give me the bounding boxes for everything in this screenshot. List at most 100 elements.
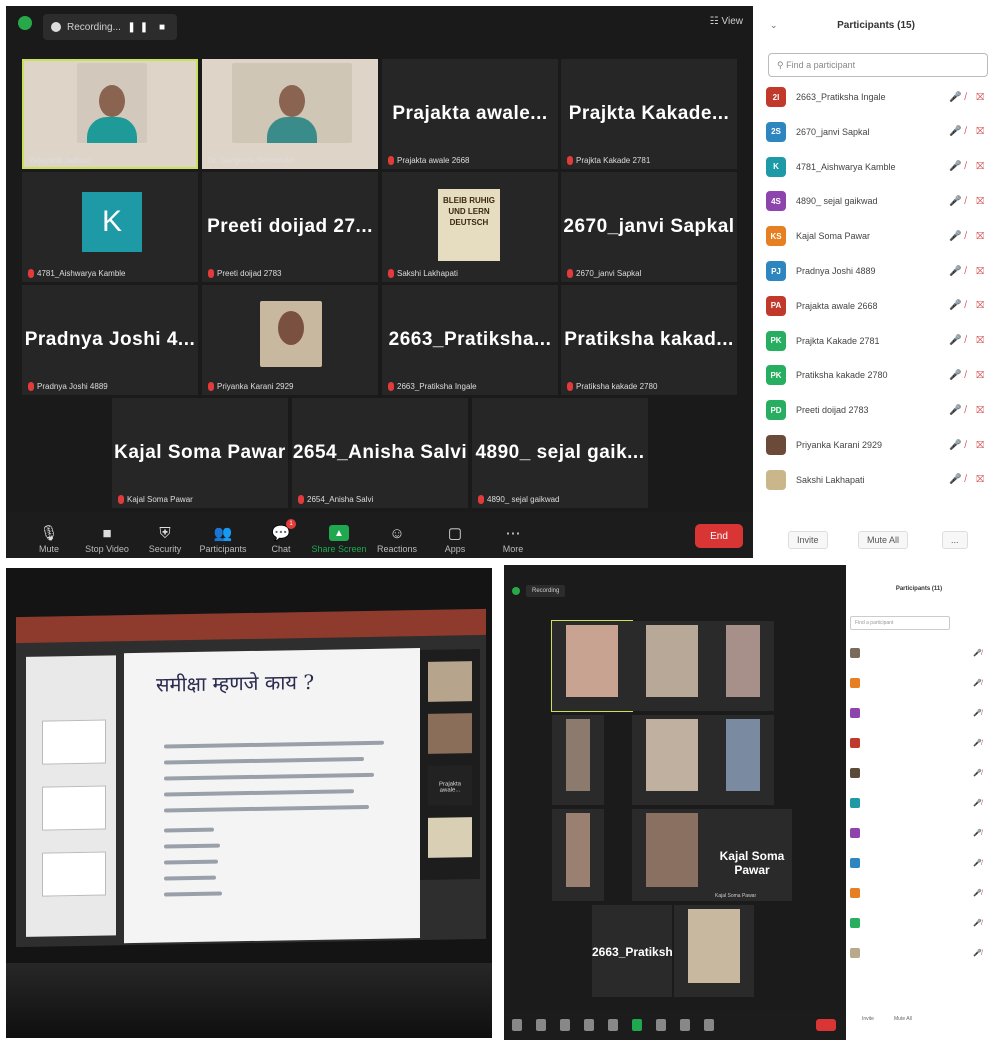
participant-tile[interactable]: Pratiksha kakad... Pratiksha kakade 2780 bbox=[561, 285, 737, 395]
participant-row[interactable]: 🎤̸ bbox=[850, 942, 990, 964]
participant-name: Priyanka Karani 2929 bbox=[796, 440, 883, 450]
participant-search-input[interactable]: Find a participant bbox=[850, 616, 950, 630]
participant-row[interactable]: 🎤̸ bbox=[850, 642, 990, 664]
participant-tile[interactable] bbox=[712, 715, 774, 805]
participant-tile[interactable] bbox=[552, 715, 604, 805]
participant-tile[interactable] bbox=[674, 905, 754, 997]
participant-tile[interactable] bbox=[551, 620, 633, 712]
participant-row[interactable]: K 4781_Aishwarya Kamble 🎤̸ ⛝ bbox=[766, 152, 988, 182]
slide-thumbnail[interactable] bbox=[42, 785, 106, 831]
participant-row[interactable]: 🎤̸ bbox=[850, 732, 990, 754]
participant-name: Sakshi Lakhapati bbox=[796, 474, 865, 485]
participant-row[interactable]: 🎤̸ bbox=[850, 912, 990, 934]
mic-muted-icon: 🎤̸ bbox=[973, 710, 982, 717]
participant-row[interactable]: 🎤̸ bbox=[850, 792, 990, 814]
mic-muted-icon bbox=[567, 156, 573, 165]
slide-thumbnail[interactable] bbox=[42, 719, 106, 765]
participant-row[interactable]: 🎤̸ bbox=[850, 822, 990, 844]
people-icon[interactable] bbox=[584, 1019, 594, 1031]
end-meeting-button[interactable]: End bbox=[695, 524, 743, 548]
participant-row[interactable]: 2S 2670_janvi Sapkal 🎤̸ ⛝ bbox=[766, 117, 988, 147]
mic-muted-icon: 🎤̸ bbox=[973, 890, 982, 897]
participant-tile[interactable]: Kajal Soma Pawar Kajal Soma Pawar bbox=[112, 398, 288, 508]
participant-row[interactable]: 🎤̸ bbox=[850, 762, 990, 784]
participant-tile[interactable]: Vaijayanti Jadhao bbox=[22, 59, 198, 169]
participant-tile[interactable]: BLEIB RUHIG UND LERN DEUTSCH Sakshi Lakha… bbox=[382, 172, 558, 282]
pause-stop-recording-buttons[interactable]: ❚❚ ■ bbox=[127, 22, 169, 33]
participant-row[interactable]: Sakshi Lakhapati 🎤̸ ⛝ bbox=[766, 465, 988, 495]
slide-thumbnail[interactable] bbox=[42, 851, 106, 897]
participant-tile[interactable] bbox=[552, 809, 604, 901]
participant-row[interactable]: PD Preeti doijad 2783 🎤̸ ⛝ bbox=[766, 395, 988, 425]
chat-bubble-icon[interactable] bbox=[608, 1019, 618, 1031]
recording-indicator[interactable]: Recording bbox=[526, 585, 566, 597]
participant-row[interactable]: PK Pratiksha kakade 2780 🎤̸ ⛝ bbox=[766, 360, 988, 390]
stop-video-button[interactable]: ■ Stop Video bbox=[78, 525, 136, 555]
participant-tile[interactable]: K 4781_Aishwarya Kamble bbox=[22, 172, 198, 282]
apps-button[interactable]: ▢ Apps bbox=[426, 525, 484, 554]
invite-button[interactable]: Invite bbox=[862, 1016, 874, 1022]
smiley-icon[interactable] bbox=[656, 1019, 666, 1031]
participant-tile[interactable]: 2663_Pratiksha... bbox=[592, 905, 672, 997]
participant-row[interactable]: KS Kajal Soma Pawar 🎤̸ ⛝ bbox=[766, 221, 988, 251]
participant-avatar: 2S bbox=[766, 121, 786, 142]
participant-row[interactable]: 4S 4890_ sejal gaikwad 🎤̸ ⛝ bbox=[766, 186, 988, 216]
participant-tile[interactable]: Prajakta awale... Prajakta awale 2668 bbox=[382, 59, 558, 169]
participant-tile[interactable]: Priyanka Karani 2929 bbox=[202, 285, 378, 395]
recording-indicator[interactable]: Recording... ❚❚ ■ bbox=[43, 14, 177, 40]
more-dots-icon[interactable] bbox=[704, 1019, 714, 1031]
mic-muted-icon bbox=[388, 382, 394, 391]
mute-all-button[interactable]: Mute All bbox=[858, 531, 909, 549]
microphone-icon[interactable] bbox=[512, 1019, 522, 1031]
share-screen-button[interactable]: ▲ Share Screen bbox=[310, 525, 368, 554]
mute-button[interactable]: 🎙 Mute bbox=[20, 525, 78, 554]
participant-tile[interactable]: Pradnya Joshi 4... Pradnya Joshi 4889 bbox=[22, 285, 198, 395]
participant-row[interactable]: PA Prajakta awale 2668 🎤̸ ⛝ bbox=[766, 291, 988, 321]
participant-row[interactable]: 🎤̸ bbox=[850, 672, 990, 694]
view-button[interactable]: ☷ View bbox=[710, 16, 743, 27]
participant-tile[interactable] bbox=[632, 621, 712, 711]
participant-tile[interactable] bbox=[712, 621, 774, 711]
participant-tile[interactable]: Preeti doijad 27... Preeti doijad 2783 bbox=[202, 172, 378, 282]
current-slide: समीक्षा म्हणजे काय ? bbox=[124, 648, 420, 944]
more-options-button[interactable]: ... bbox=[942, 531, 968, 549]
participant-tile[interactable]: Prajkta Kakade... Prajkta Kakade 2781 bbox=[561, 59, 737, 169]
participant-row[interactable]: PJ Pradnya Joshi 4889 🎤̸ ⛝ bbox=[766, 256, 988, 286]
shield-icon[interactable] bbox=[560, 1019, 570, 1031]
participant-row[interactable]: 🎤̸ bbox=[850, 702, 990, 724]
participant-tile[interactable]: Dr. Sangeeta Deshmukh bbox=[202, 59, 378, 169]
participant-row[interactable]: PK Prajkta Kakade 2781 🎤̸ ⛝ bbox=[766, 326, 988, 356]
mic-video-muted-icon: 🎤̸ ⛝ bbox=[949, 439, 988, 451]
participant-tile[interactable]: 4890_ sejal gaik... 4890_ sejal gaikwad bbox=[472, 398, 648, 508]
chat-button[interactable]: 💬 1 Chat bbox=[252, 519, 310, 554]
laptop-screen-photo: समीक्षा म्हणजे काय ? Prajakta awale... bbox=[6, 568, 492, 1038]
participant-search-input[interactable]: ⚲ Find a participant bbox=[768, 53, 988, 77]
security-shield-icon[interactable] bbox=[18, 16, 32, 30]
person-face bbox=[279, 85, 305, 117]
participant-video bbox=[646, 813, 698, 887]
participant-tile[interactable] bbox=[632, 715, 712, 805]
participant-row[interactable]: Priyanka Karani 2929 🎤̸ ⛝ bbox=[766, 430, 988, 460]
participant-row[interactable]: 🎤̸ bbox=[850, 852, 990, 874]
mute-all-button[interactable]: Mute All bbox=[894, 1016, 912, 1022]
video-camera-icon[interactable] bbox=[536, 1019, 546, 1031]
participant-tile[interactable]: Kajal Soma Pawar Kajal Soma Pawar bbox=[712, 809, 792, 901]
share-screen-icon[interactable] bbox=[632, 1019, 642, 1031]
search-icon: ⚲ bbox=[777, 60, 787, 70]
security-shield-icon[interactable] bbox=[512, 587, 520, 595]
participant-tile[interactable] bbox=[632, 809, 712, 901]
invite-button[interactable]: Invite bbox=[788, 531, 828, 549]
end-meeting-button[interactable] bbox=[816, 1019, 836, 1031]
reactions-button[interactable]: ☺ Reactions bbox=[368, 525, 426, 555]
participant-row[interactable]: 🎤̸ bbox=[850, 882, 990, 904]
participants-button[interactable]: 👥 Participants bbox=[194, 525, 252, 554]
mic-muted-icon: 🎤̸ bbox=[973, 860, 982, 867]
security-button[interactable]: ⛨ Security bbox=[136, 525, 194, 555]
participant-tile[interactable]: 2670_janvi Sapkal 2670_janvi Sapkal bbox=[561, 172, 737, 282]
participant-tile[interactable]: 2663_Pratiksha... 2663_Pratiksha Ingale bbox=[382, 285, 558, 395]
apps-icon[interactable] bbox=[680, 1019, 690, 1031]
participant-tile[interactable]: 2654_Anisha Salvi 2654_Anisha Salvi bbox=[292, 398, 468, 508]
participant-row[interactable]: 2I 2663_Pratiksha Ingale 🎤̸ ⛝ bbox=[766, 82, 988, 112]
more-button[interactable]: ⋯ More bbox=[484, 525, 542, 554]
participant-name: 4781_Aishwarya Kamble bbox=[796, 161, 896, 172]
